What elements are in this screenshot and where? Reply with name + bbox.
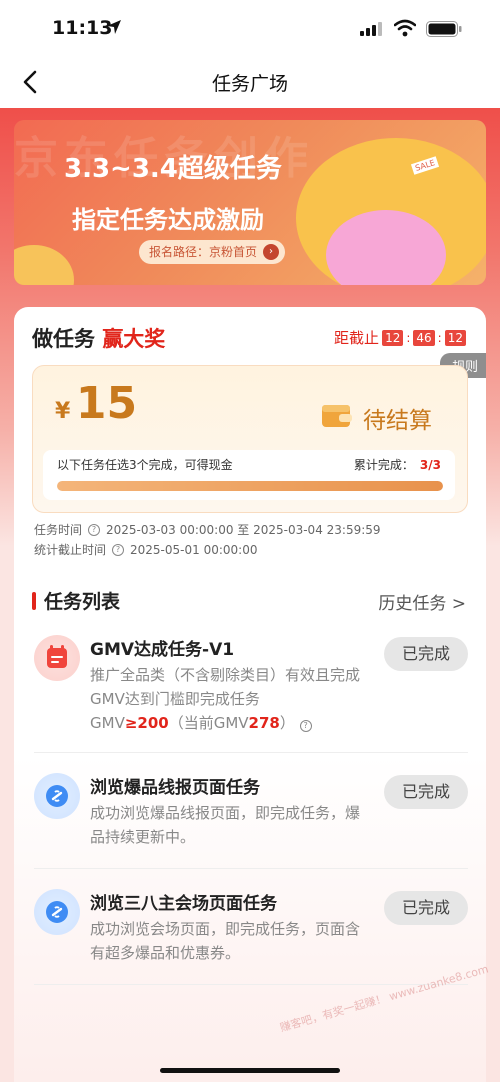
- task-name: 浏览三八主会场页面任务: [90, 894, 277, 914]
- countdown: 距截止 12 : 46 : 12: [334, 327, 466, 348]
- divider: [34, 868, 468, 869]
- banner-subtitle: 指定任务达成激励: [72, 206, 264, 234]
- home-indicator[interactable]: [160, 1068, 340, 1073]
- stat-time-value: 2025-05-01 00:00:00: [130, 542, 258, 557]
- reward-box: ¥ 15 待结算 以下任务任选3个完成，可得现金 累计完成： 3/3: [32, 365, 468, 513]
- reward-value: 15: [75, 378, 138, 429]
- countdown-label: 距截止: [334, 329, 380, 347]
- status-bar: 11:13: [0, 0, 500, 58]
- task-name: 浏览爆品线报页面任务: [90, 778, 260, 798]
- task-name: GMV达成任务-V1: [90, 640, 235, 660]
- task-description-text: 推广全品类（不含剔除类目）有效且完成GMV达到门槛即完成任务: [90, 666, 361, 708]
- banner-title: 3.3~3.4超级任务: [64, 154, 282, 184]
- task-time-value: 2025-03-03 00:00:00 至 2025-03-04 23:59:5…: [106, 523, 381, 537]
- stat-time-label: 统计截止时间: [34, 543, 107, 557]
- progress-value: 3/3: [419, 458, 441, 472]
- task-icon-wrap: [34, 773, 80, 819]
- battery-icon: [426, 21, 462, 37]
- countdown-minutes: 46: [413, 329, 435, 346]
- task-card: 做任务 赢大奖 距截止 12 : 46 : 12 规则 ¥ 15 待结算 以下任…: [14, 307, 486, 1082]
- gmv-prefix: GMV: [90, 714, 125, 732]
- status-time: 11:13: [52, 17, 113, 39]
- task-description: 推广全品类（不含剔除类目）有效且完成GMV达到门槛即完成任务 GMV≥200（当…: [90, 663, 360, 735]
- divider: [34, 752, 468, 753]
- task-time-row: 任务时间 ? 2025-03-03 00:00:00 至 2025-03-04 …: [34, 521, 381, 538]
- gmv-threshold: ≥200: [124, 714, 169, 732]
- help-icon[interactable]: ?: [299, 720, 312, 732]
- gmv-mid: （当前GMV: [168, 714, 249, 732]
- countdown-separator: :: [437, 330, 442, 345]
- countdown-seconds: 12: [444, 329, 466, 346]
- task-status-button[interactable]: 已完成: [384, 775, 468, 809]
- task-description: 成功浏览会场页面，即完成任务，页面含有超多爆品和优惠券。: [90, 920, 361, 962]
- calendar-icon: [47, 645, 67, 668]
- card-heading-prefix: 做任务: [32, 327, 95, 351]
- location-arrow-icon: [107, 20, 121, 34]
- cellular-signal-icon: [360, 22, 382, 36]
- nav-bar: 任务广场: [0, 58, 500, 108]
- wallet-icon: [322, 405, 352, 427]
- gmv-end: ）: [279, 714, 295, 732]
- section-accent-bar: [32, 592, 36, 610]
- history-tasks-link[interactable]: 历史任务 >: [378, 589, 466, 614]
- progress-bar: [57, 481, 443, 491]
- section-title: 任务列表: [44, 591, 121, 613]
- card-heading-highlight: 赢大奖: [102, 327, 166, 351]
- reward-status: 待结算: [363, 408, 432, 434]
- progress-label: 累计完成： 3/3: [354, 456, 441, 473]
- gmv-current: 278: [248, 714, 280, 732]
- task-icon-wrap: [34, 889, 80, 935]
- promo-banner[interactable]: 京东任务创作 SALE 3.3~3.4超级任务 指定任务达成激励 报名路径：京粉…: [14, 120, 486, 285]
- stat-time-row: 统计截止时间 ? 2025-05-01 00:00:00: [34, 541, 257, 558]
- banner-entry-pill[interactable]: 报名路径：京粉首页 ›: [139, 240, 286, 264]
- currency-symbol: ¥: [55, 399, 71, 424]
- page-title: 任务广场: [211, 73, 288, 95]
- reward-amount: ¥ 15: [55, 378, 137, 429]
- reward-progress-panel: 以下任务任选3个完成，可得现金 累计完成： 3/3: [43, 450, 455, 500]
- progress-fill: [57, 481, 443, 491]
- link-icon: [46, 785, 68, 807]
- task-description: 成功浏览爆品线报页面，即完成任务，爆品持续更新中。: [90, 804, 361, 846]
- task-status-button[interactable]: 已完成: [384, 891, 468, 925]
- progress-label-text: 累计完成：: [353, 458, 414, 472]
- help-icon[interactable]: ?: [88, 523, 101, 536]
- card-heading: 做任务 赢大奖: [32, 323, 165, 353]
- task-time-label: 任务时间: [34, 523, 83, 537]
- task-icon-wrap: [34, 635, 80, 681]
- countdown-separator: :: [406, 330, 411, 345]
- reward-description: 以下任务任选3个完成，可得现金: [57, 458, 233, 472]
- banner-decoration: [14, 245, 74, 285]
- banner-pill-label: 报名路径：京粉首页: [149, 245, 258, 259]
- help-icon[interactable]: ?: [112, 543, 125, 556]
- wifi-icon: [394, 19, 416, 37]
- countdown-hours: 12: [382, 329, 404, 346]
- chevron-right-icon: ›: [263, 244, 280, 260]
- gmv-line: GMV≥200（当前GMV278） ?: [90, 711, 360, 735]
- link-icon: [46, 901, 68, 923]
- task-status-button[interactable]: 已完成: [384, 637, 468, 671]
